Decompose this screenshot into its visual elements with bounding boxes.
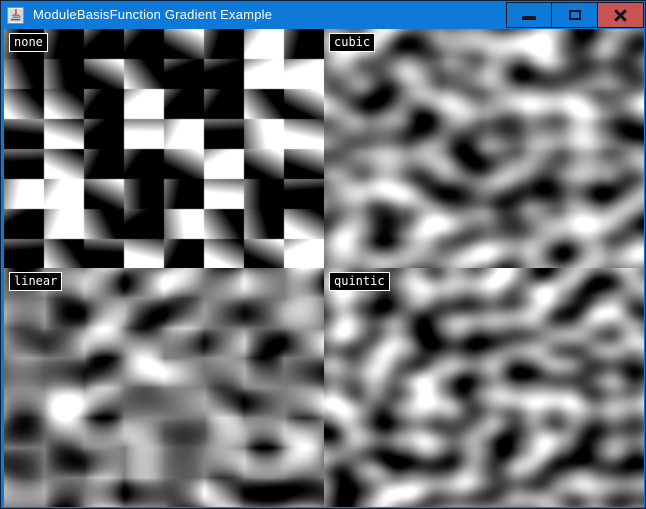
panel-quintic: quintic bbox=[324, 268, 644, 507]
app-window: ModuleBasisFunction Gradient Example non… bbox=[0, 0, 646, 509]
panel-none: none bbox=[4, 29, 324, 268]
panel-label-cubic: cubic bbox=[329, 33, 375, 52]
noise-canvas-linear bbox=[4, 268, 324, 507]
noise-canvas-quintic bbox=[324, 268, 644, 507]
window-controls bbox=[506, 2, 644, 28]
minimize-button[interactable] bbox=[506, 2, 552, 28]
noise-canvas-cubic bbox=[324, 29, 644, 268]
panel-linear: linear bbox=[4, 268, 324, 507]
java-coffee-cup-icon bbox=[7, 7, 24, 24]
maximize-icon bbox=[569, 10, 581, 20]
close-icon bbox=[614, 9, 627, 22]
titlebar[interactable]: ModuleBasisFunction Gradient Example bbox=[1, 1, 645, 28]
panel-label-linear: linear bbox=[9, 272, 62, 291]
noise-panels-grid: none cubic linear quintic bbox=[4, 29, 644, 507]
panel-label-none: none bbox=[9, 33, 48, 52]
window-title: ModuleBasisFunction Gradient Example bbox=[33, 7, 272, 22]
panel-cubic: cubic bbox=[324, 29, 644, 268]
maximize-button[interactable] bbox=[552, 2, 598, 28]
close-button[interactable] bbox=[598, 2, 644, 28]
minimize-icon bbox=[522, 16, 536, 20]
panel-label-quintic: quintic bbox=[329, 272, 390, 291]
noise-canvas-none bbox=[4, 29, 324, 268]
